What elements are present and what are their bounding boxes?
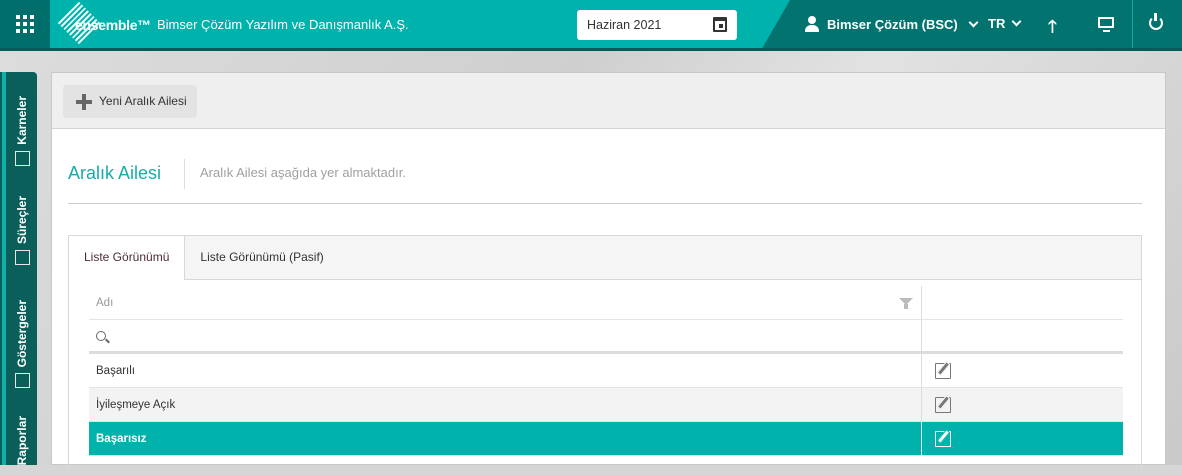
tab-list-view[interactable]: Liste Görünümü xyxy=(69,236,186,280)
divider xyxy=(184,159,185,189)
table-row[interactable]: Başarılı xyxy=(89,354,1123,388)
edit-icon[interactable] xyxy=(935,362,951,379)
toolbar: Yeni Aralık Ailesi xyxy=(52,73,1165,129)
table-row-selected[interactable]: Başarısız xyxy=(89,422,1123,456)
indicator-icon xyxy=(14,373,30,389)
sidebar-item-label: Göstergeler xyxy=(15,300,29,368)
period-date-picker[interactable]: Haziran 2021 xyxy=(577,10,737,40)
chevron-down-icon xyxy=(968,17,979,27)
page-title: Aralık Ailesi xyxy=(68,163,162,183)
search-icon xyxy=(96,330,106,341)
filter-icon[interactable] xyxy=(899,298,913,309)
sidebar-item-label: Raporlar xyxy=(15,416,29,466)
data-grid: Adı Başarılı İyileşmeye Açık Başarısız xyxy=(89,286,1123,456)
arrow-up-icon[interactable]: 🡑 xyxy=(1048,14,1057,43)
column-header-name[interactable]: Adı xyxy=(96,297,113,309)
row-name: İyileşmeye Açık xyxy=(89,388,922,421)
logo-text: ensemble™ xyxy=(75,17,151,33)
calendar-icon[interactable] xyxy=(713,17,727,32)
row-name: Başarısız xyxy=(89,422,922,455)
apps-menu-button[interactable] xyxy=(0,0,50,48)
user-icon xyxy=(805,16,819,32)
process-icon xyxy=(14,250,30,266)
search-input[interactable] xyxy=(89,320,922,351)
scorecard-icon xyxy=(14,150,30,166)
sidebar-item-karneler[interactable]: Karneler xyxy=(8,96,36,166)
monitor-icon[interactable] xyxy=(1098,17,1114,32)
date-value: Haziran 2021 xyxy=(587,18,662,32)
table-header: Adı xyxy=(89,286,1123,320)
language-value: TR xyxy=(988,16,1006,31)
tab-list-view-passive[interactable]: Liste Görünümü (Pasif) xyxy=(185,236,338,279)
divider xyxy=(1132,0,1133,48)
sidebar-item-gostergeler[interactable]: Göstergeler xyxy=(8,300,36,389)
grid-icon xyxy=(16,15,34,33)
edit-icon[interactable] xyxy=(935,396,951,413)
user-name: Bimser Çözüm (BSC) xyxy=(827,16,958,32)
divider xyxy=(68,203,1142,204)
button-label: Yeni Aralık Ailesi xyxy=(99,94,187,108)
sidebar-item-surecler[interactable]: Süreçler xyxy=(8,196,36,266)
plus-icon xyxy=(76,94,92,110)
user-menu[interactable]: Bimser Çözüm (BSC) xyxy=(805,16,979,32)
main-panel: Yeni Aralık Ailesi Aralık Ailesi Aralık … xyxy=(51,72,1166,475)
power-icon[interactable] xyxy=(1149,13,1163,30)
sidebar-item-raporlar[interactable]: Raporlar xyxy=(8,416,36,465)
language-menu[interactable]: TR xyxy=(988,16,1022,31)
edit-icon[interactable] xyxy=(935,430,951,447)
table-row[interactable]: İyileşmeye Açık xyxy=(89,388,1123,422)
tab-container: Liste Görünümü Liste Görünümü (Pasif) Ad… xyxy=(68,235,1142,475)
top-header: ensemble™ Bimser Çözüm Yazılım ve Danışm… xyxy=(0,0,1182,51)
sidebar-item-label: Süreçler xyxy=(15,196,29,245)
side-nav: Karneler Süreçler Göstergeler Raporlar xyxy=(0,72,37,465)
page-subtitle: Aralık Ailesi aşağıda yer almaktadır. xyxy=(200,165,406,180)
new-range-family-button[interactable]: Yeni Aralık Ailesi xyxy=(63,85,197,118)
sidebar-item-label: Karneler xyxy=(15,96,29,145)
filter-row xyxy=(89,320,1123,354)
row-name: Başarılı xyxy=(89,354,922,387)
company-name: Bimser Çözüm Yazılım ve Danışmanlık A.Ş. xyxy=(157,17,409,32)
chevron-down-icon xyxy=(1011,16,1022,27)
logo[interactable]: ensemble™ xyxy=(57,1,151,45)
